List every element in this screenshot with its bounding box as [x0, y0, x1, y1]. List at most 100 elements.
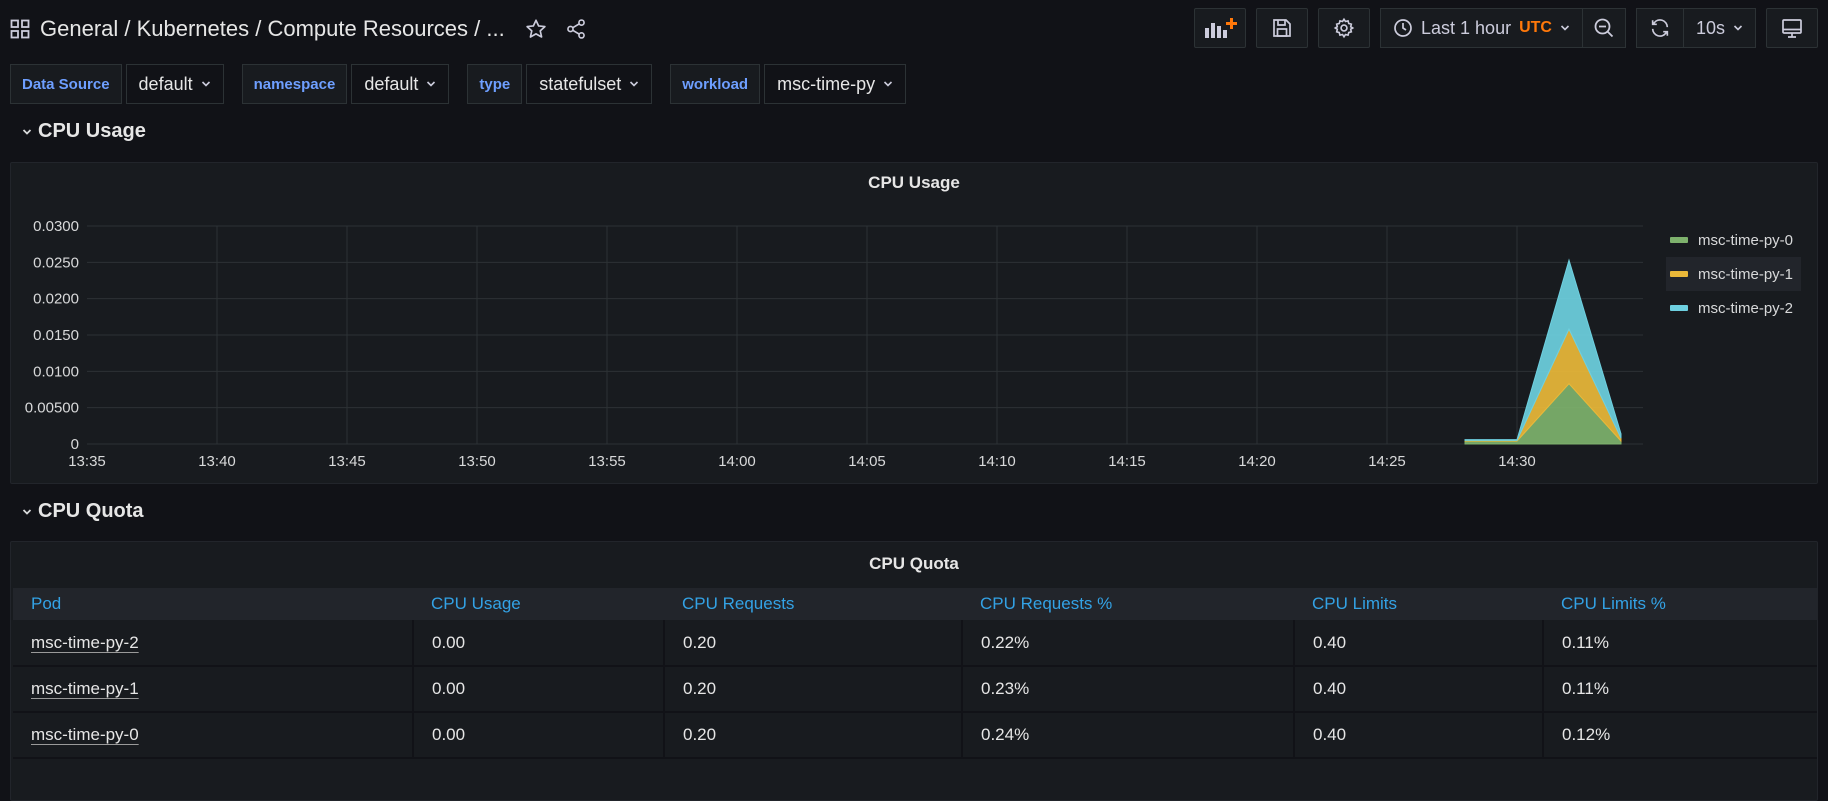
- x-tick-label: 14:15: [1108, 453, 1146, 470]
- time-picker: Last 1 hour UTC: [1380, 8, 1626, 48]
- refresh-icon: [1651, 19, 1669, 37]
- cpu-quota-table: Pod CPU Usage CPU Requests CPU Requests …: [13, 588, 1817, 759]
- legend-label: msc-time-py-1: [1698, 265, 1794, 283]
- refresh-interval-dropdown[interactable]: 10s: [1683, 8, 1756, 48]
- column-header[interactable]: CPU Usage: [413, 588, 664, 620]
- variable-datasource: Data Source default: [10, 64, 224, 104]
- table-cell: 0.40: [1294, 620, 1544, 667]
- y-tick-label: 0.0150: [33, 327, 79, 344]
- y-tick-label: 0.0300: [33, 218, 79, 235]
- add-panel-button[interactable]: [1194, 8, 1247, 48]
- breadcrumb[interactable]: General / Kubernetes / Compute Resources…: [40, 16, 505, 42]
- row-title: CPU Usage: [38, 120, 146, 142]
- dashboard-toolbar: Last 1 hour UTC 10s: [1194, 8, 1818, 48]
- star-icon[interactable]: [521, 14, 551, 44]
- chevron-down-icon: [884, 81, 893, 87]
- row-toggle-cpu-usage[interactable]: CPU Usage: [22, 120, 146, 143]
- variable-type-select[interactable]: statefulset: [526, 64, 653, 104]
- x-tick-label: 14:00: [718, 453, 756, 470]
- pod-link[interactable]: msc-time-py-0: [31, 725, 139, 744]
- refresh-interval-label: 10s: [1695, 17, 1725, 38]
- column-header[interactable]: CPU Requests: [664, 588, 962, 620]
- x-tick-label: 13:55: [588, 453, 626, 470]
- legend-item[interactable]: msc-time-py-2: [1666, 291, 1801, 325]
- table-row: msc-time-py-0 0.00 0.20 0.24% 0.40 0.12%: [13, 712, 1817, 759]
- legend-label: msc-time-py-2: [1698, 299, 1794, 317]
- template-variables: Data Source default namespace default ty…: [10, 64, 907, 104]
- variable-type: type statefulset: [467, 64, 653, 104]
- table-cell: 0.23%: [962, 666, 1295, 713]
- cpu-usage-panel: CPU Usage 0 0.00500 0.0100 0.0150 0.0200 0.02…: [10, 162, 1818, 484]
- chart-legend: msc-time-py-0 msc-time-py-1 msc-time-py-…: [1666, 223, 1801, 325]
- chevron-down-icon: [22, 128, 32, 135]
- save-dashboard-button[interactable]: [1256, 8, 1309, 48]
- variable-value: default: [138, 73, 193, 94]
- time-range-button[interactable]: Last 1 hour UTC: [1380, 8, 1583, 48]
- table-cell: msc-time-py-0: [13, 712, 414, 759]
- variable-label: type: [467, 64, 523, 104]
- table-cell: 0.11%: [1543, 666, 1817, 713]
- cpu-usage-chart[interactable]: 0 0.00500 0.0100 0.0150 0.0200 0.0250 0.0300 13…: [11, 163, 1819, 485]
- table-cell: 0.20: [664, 620, 963, 667]
- dashboard-settings-button[interactable]: [1318, 8, 1371, 48]
- column-header[interactable]: CPU Limits %: [1543, 588, 1817, 620]
- x-tick-label: 14:30: [1498, 453, 1536, 470]
- column-header[interactable]: Pod: [13, 588, 413, 620]
- pod-link[interactable]: msc-time-py-2: [31, 633, 139, 652]
- y-tick-label: 0.0100: [33, 363, 79, 380]
- chevron-down-icon: [1560, 25, 1570, 31]
- variable-workload-select[interactable]: msc-time-py: [764, 64, 907, 104]
- table-cell: 0.12%: [1543, 712, 1817, 759]
- variable-namespace-select[interactable]: default: [351, 64, 450, 104]
- y-tick-label: 0.00500: [25, 400, 79, 417]
- variable-label: namespace: [241, 64, 348, 104]
- pod-link[interactable]: msc-time-py-1: [31, 679, 139, 698]
- x-tick-label: 13:40: [198, 453, 236, 470]
- table-cell: 0.40: [1294, 712, 1544, 759]
- table-cell: 0.00: [413, 620, 665, 667]
- panel-title[interactable]: CPU Quota: [11, 554, 1817, 574]
- x-tick-label: 13:35: [68, 453, 106, 470]
- chevron-down-icon: [630, 81, 639, 87]
- add-panel-icon: [1205, 18, 1238, 38]
- variable-value: msc-time-py: [777, 73, 876, 94]
- save-icon: [1273, 19, 1291, 37]
- legend-label: msc-time-py-0: [1698, 231, 1794, 249]
- variable-value: statefulset: [539, 73, 622, 94]
- table-cell: msc-time-py-1: [13, 666, 414, 713]
- table-cell: 0.40: [1294, 666, 1544, 713]
- variable-datasource-select[interactable]: default: [125, 64, 224, 104]
- chevron-down-icon: [201, 81, 210, 87]
- column-header[interactable]: CPU Limits: [1294, 588, 1543, 620]
- cpu-quota-panel: CPU Quota Pod CPU Usage CPU Requests CPU…: [10, 541, 1818, 801]
- table-cell: msc-time-py-2: [13, 620, 414, 667]
- clock-icon: [1394, 19, 1412, 37]
- chevron-down-icon: [427, 81, 436, 87]
- y-tick-label: 0.0250: [33, 254, 79, 271]
- refresh-button[interactable]: [1635, 8, 1684, 48]
- refresh-picker: 10s: [1635, 8, 1756, 48]
- variable-value: default: [364, 73, 419, 94]
- variable-namespace: namespace default: [241, 64, 450, 104]
- x-tick-label: 14:20: [1238, 453, 1276, 470]
- legend-item[interactable]: msc-time-py-0: [1666, 223, 1801, 257]
- x-tick-label: 13:45: [328, 453, 366, 470]
- tv-mode-button[interactable]: [1766, 8, 1818, 48]
- table-row: msc-time-py-1 0.00 0.20 0.23% 0.40 0.11%: [13, 666, 1817, 713]
- grid-icon[interactable]: [10, 19, 30, 39]
- table-cell: 0.22%: [962, 620, 1295, 667]
- x-tick-label: 13:50: [458, 453, 496, 470]
- y-tick-label: 0: [71, 436, 79, 453]
- table-cell: 0.00: [413, 666, 665, 713]
- chevron-down-icon: [22, 508, 32, 515]
- legend-item[interactable]: msc-time-py-1: [1666, 257, 1801, 291]
- share-icon[interactable]: [561, 14, 591, 44]
- top-navbar: General / Kubernetes / Compute Resources…: [0, 0, 1828, 58]
- row-toggle-cpu-quota[interactable]: CPU Quota: [22, 500, 144, 523]
- zoom-out-button[interactable]: [1582, 8, 1626, 48]
- table-cell: 0.11%: [1543, 620, 1817, 667]
- gear-icon: [1333, 17, 1355, 39]
- column-header[interactable]: CPU Requests %: [962, 588, 1294, 620]
- x-tick-label: 14:10: [978, 453, 1016, 470]
- variable-label: workload: [670, 64, 761, 104]
